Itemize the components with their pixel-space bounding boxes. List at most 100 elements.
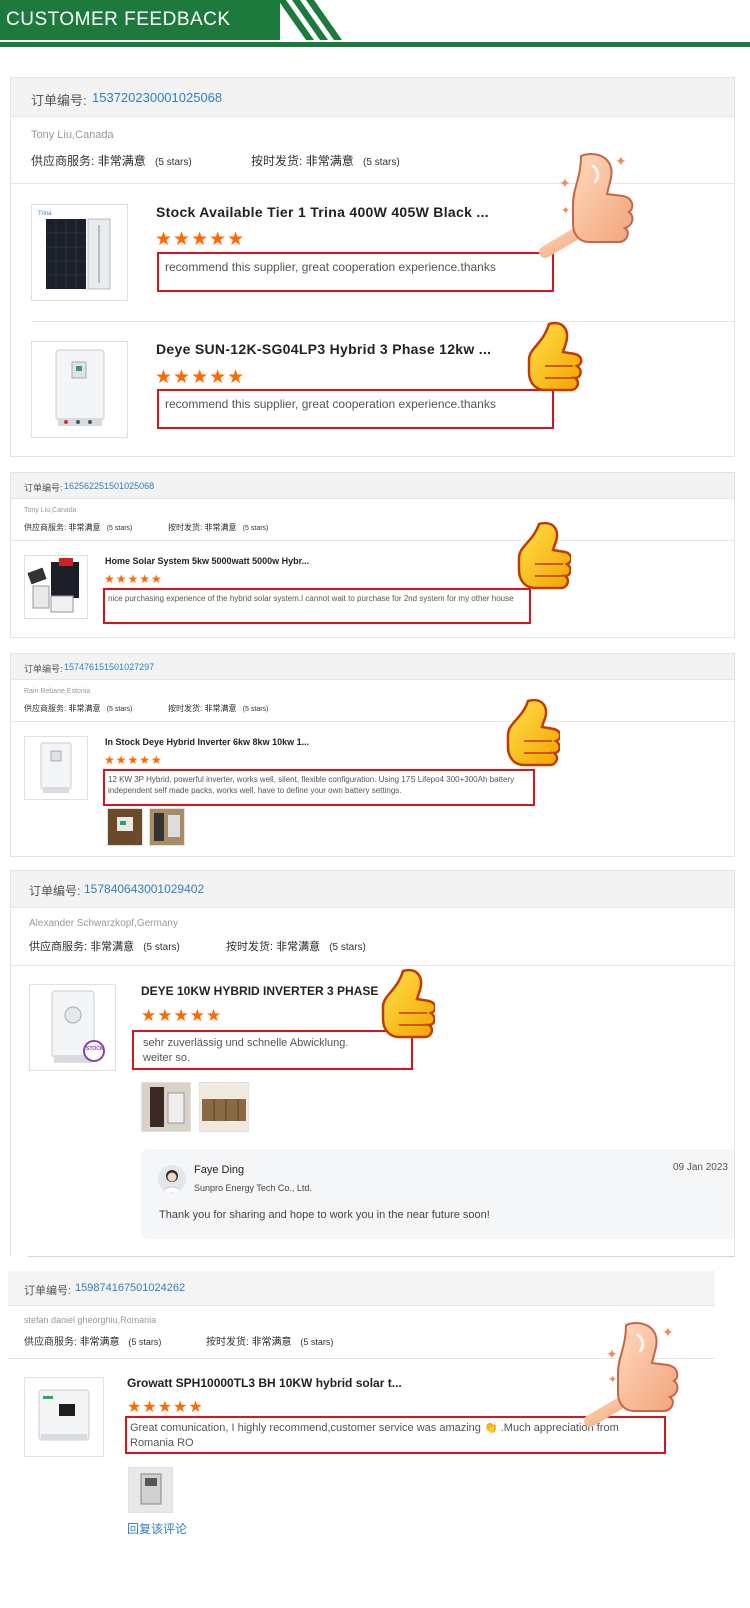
product-thumbnail[interactable] xyxy=(24,1377,104,1457)
review-comment: 12 KW 3P Hybrid, powerful inverter, work… xyxy=(103,769,535,806)
solar-panel-image: Trina xyxy=(38,211,111,290)
order-number[interactable]: 162562251501025068 xyxy=(64,481,154,491)
avatar-image xyxy=(162,1170,182,1193)
order-number[interactable]: 157476151501027297 xyxy=(64,662,154,672)
svg-text:Trina: Trina xyxy=(38,211,52,217)
review-photo[interactable] xyxy=(128,1467,173,1513)
stars-text: (5 stars) xyxy=(363,157,400,168)
customer-name: Rain Rebane,Estonia xyxy=(24,688,91,695)
review-card: 订单编号: 153720230001025068 Tony Liu,Canada… xyxy=(10,77,735,457)
page-header: CUSTOMER FEEDBACK xyxy=(0,0,750,48)
thumbs-up-icon: ✦ ✦ ✦ xyxy=(539,153,634,258)
svg-text:✦: ✦ xyxy=(615,153,627,169)
order-header: 订单编号: 159874167501024262 xyxy=(8,1271,715,1306)
supplier-service-label: 供应商服务: xyxy=(29,941,88,953)
review-photo[interactable] xyxy=(199,1082,249,1132)
stars-text: (5 stars) xyxy=(155,157,192,168)
review-comment: recommend this supplier, great cooperati… xyxy=(157,252,554,292)
supplier-service-rating: 供应商服务: 非常满意 (5 stars) xyxy=(29,938,180,954)
rating-text: 非常满意 xyxy=(204,704,237,713)
page-title: CUSTOMER FEEDBACK xyxy=(0,0,280,40)
header-rule xyxy=(0,42,750,47)
product-title[interactable]: Stock Available Tier 1 Trina 400W 405W B… xyxy=(156,204,489,220)
review-card: 订单编号: 162562251501025068 Tony Liu,Canada… xyxy=(10,472,735,638)
reply-text: Thank you for sharing and hope to work y… xyxy=(159,1209,490,1221)
stars-text: (5 stars) xyxy=(242,706,269,713)
customer-name: stefan daniel gheorghiu,Romania xyxy=(24,1315,157,1325)
order-header: 订单编号: 153720230001025068 xyxy=(11,78,734,117)
product-title[interactable]: DEYE 10KW HYBRID INVERTER 3 PHASE xyxy=(141,984,378,998)
on-time-rating: 按时发货: 非常满意 (5 stars) xyxy=(168,522,268,533)
product-thumbnail[interactable] xyxy=(31,341,128,438)
supplier-service-rating: 供应商服务: 非常满意 (5 stars) xyxy=(24,522,132,533)
rating-stars: ★★★★★ xyxy=(155,229,246,250)
reply-comment-link[interactable]: 回复该评论 xyxy=(127,1520,187,1537)
stars-text: (5 stars) xyxy=(143,942,180,953)
rating-text: 非常满意 xyxy=(305,154,354,168)
product-thumbnail[interactable] xyxy=(24,736,88,800)
divider xyxy=(11,721,734,722)
rating-text: 非常满意 xyxy=(97,154,146,168)
order-number[interactable]: 157840643001029402 xyxy=(84,882,204,896)
review-comment: nice purchasing experience of the hybrid… xyxy=(103,588,531,624)
order-label: 订单编号: xyxy=(24,483,63,493)
supplier-service-label: 供应商服务: xyxy=(24,523,67,532)
svg-text:✦: ✦ xyxy=(608,1374,617,1386)
item-divider xyxy=(31,321,734,322)
stars-text: (5 stars) xyxy=(242,525,269,532)
thumbs-up-icon xyxy=(381,968,435,1039)
review-photo[interactable] xyxy=(107,808,143,846)
product-title[interactable]: Growatt SPH10000TL3 BH 10KW hybrid solar… xyxy=(127,1376,402,1390)
inverter-image xyxy=(38,1389,90,1441)
review-photo[interactable] xyxy=(141,1082,191,1132)
order-label: 订单编号: xyxy=(31,93,87,108)
thumbs-up-icon xyxy=(517,521,571,590)
stars-text: (5 stars) xyxy=(106,706,133,713)
thumbs-up-icon xyxy=(506,698,560,767)
order-label: 订单编号: xyxy=(24,664,63,674)
on-time-label: 按时发货: xyxy=(168,523,203,532)
product-thumbnail[interactable]: Trina xyxy=(31,204,128,301)
rating-text: 非常满意 xyxy=(251,1337,292,1348)
divider xyxy=(28,1256,735,1257)
avatar xyxy=(158,1165,186,1193)
rating-text: 非常满意 xyxy=(68,704,101,713)
order-label: 订单编号: xyxy=(29,884,81,898)
rating-text: 非常满意 xyxy=(68,523,101,532)
svg-text:✦: ✦ xyxy=(662,1324,674,1340)
review-photo[interactable] xyxy=(149,808,185,846)
rating-stars: ★★★★★ xyxy=(127,1399,204,1416)
review-card: 订单编号: 157476151501027297 Rain Rebane,Est… xyxy=(10,653,735,857)
rating-text: 非常满意 xyxy=(276,941,321,953)
divider xyxy=(11,965,734,966)
supplier-service-rating: 供应商服务: 非常满意 (5 stars) xyxy=(31,152,192,169)
review-card: 订单编号: 159874167501024262 stefan daniel g… xyxy=(8,1271,715,1571)
review-photo-image xyxy=(150,809,184,845)
stock-badge: STOCK xyxy=(86,1046,104,1052)
inverter-image xyxy=(40,742,72,793)
order-header: 订单编号: 162562251501025068 xyxy=(11,473,734,499)
rating-text: 非常满意 xyxy=(90,941,135,953)
on-time-rating: 按时发货: 非常满意 (5 stars) xyxy=(168,703,268,714)
supplier-service-rating: 供应商服务: 非常满意 (5 stars) xyxy=(24,1333,161,1348)
product-title[interactable]: Home Solar System 5kw 5000watt 5000w Hyb… xyxy=(105,556,309,566)
product-thumbnail[interactable]: STOCK xyxy=(29,984,116,1071)
order-header: 订单编号: 157840643001029402 xyxy=(11,871,734,908)
order-number[interactable]: 159874167501024262 xyxy=(75,1282,185,1294)
thumbs-up-icon xyxy=(527,321,583,392)
stars-text: (5 stars) xyxy=(128,1337,162,1347)
order-number[interactable]: 153720230001025068 xyxy=(92,90,222,105)
order-label: 订单编号: xyxy=(24,1285,72,1297)
review-photo-image xyxy=(200,1083,248,1131)
svg-text:✦: ✦ xyxy=(606,1346,618,1362)
review-card: 订单编号: 157840643001029402 Alexander Schwa… xyxy=(10,870,735,1256)
review-comment: recommend this supplier, great cooperati… xyxy=(157,389,554,429)
on-time-rating: 按时发货: 非常满意 (5 stars) xyxy=(206,1333,333,1348)
product-thumbnail[interactable] xyxy=(24,555,88,619)
rating-stars: ★★★★★ xyxy=(104,572,163,586)
product-title[interactable]: Deye SUN-12K-SG04LP3 Hybrid 3 Phase 12kw… xyxy=(156,341,491,357)
inverter-image xyxy=(55,349,105,426)
reply-company: Sunpro Energy Tech Co., Ltd. xyxy=(194,1183,312,1193)
product-title[interactable]: In Stock Deye Hybrid Inverter 6kw 8kw 10… xyxy=(105,737,309,747)
supplier-service-label: 供应商服务: xyxy=(24,1337,77,1348)
